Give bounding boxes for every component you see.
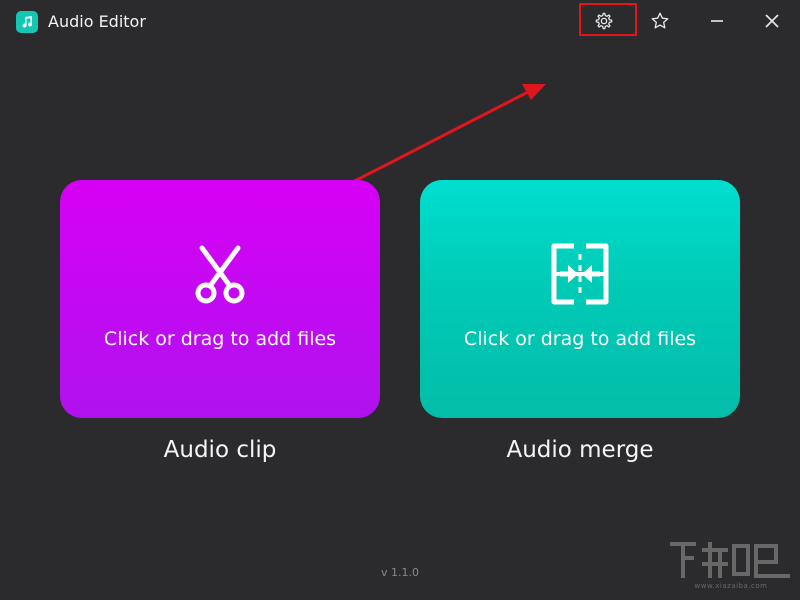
audio-clip-label: Audio clip — [163, 437, 277, 463]
window-title: Audio Editor — [48, 12, 146, 31]
watermark-text: www.xiazaiba.com — [694, 582, 768, 590]
audio-clip-card[interactable]: Click or drag to add files — [60, 180, 380, 418]
close-button[interactable] — [757, 8, 787, 34]
audio-merge-hint: Click or drag to add files — [463, 328, 697, 350]
title-bar[interactable]: Audio Editor — [0, 0, 800, 44]
close-icon — [765, 14, 779, 28]
settings-button[interactable] — [589, 8, 619, 34]
version-label: v 1.1.0 — [381, 566, 419, 579]
app-logo-icon — [16, 11, 38, 33]
gear-icon — [595, 12, 613, 30]
audio-merge-label: Audio merge — [506, 437, 654, 463]
scissors-icon — [195, 245, 245, 304]
minimize-button[interactable] — [702, 8, 732, 34]
star-icon — [651, 12, 669, 29]
audio-merge-card[interactable]: Click or drag to add files — [420, 180, 740, 418]
audio-editor-window: Audio Editor Click or drag to add files … — [0, 0, 800, 600]
merge-arrows-icon — [551, 243, 609, 305]
minimize-icon — [711, 20, 723, 22]
favorite-button[interactable] — [645, 8, 675, 34]
audio-clip-hint: Click or drag to add files — [103, 328, 337, 350]
